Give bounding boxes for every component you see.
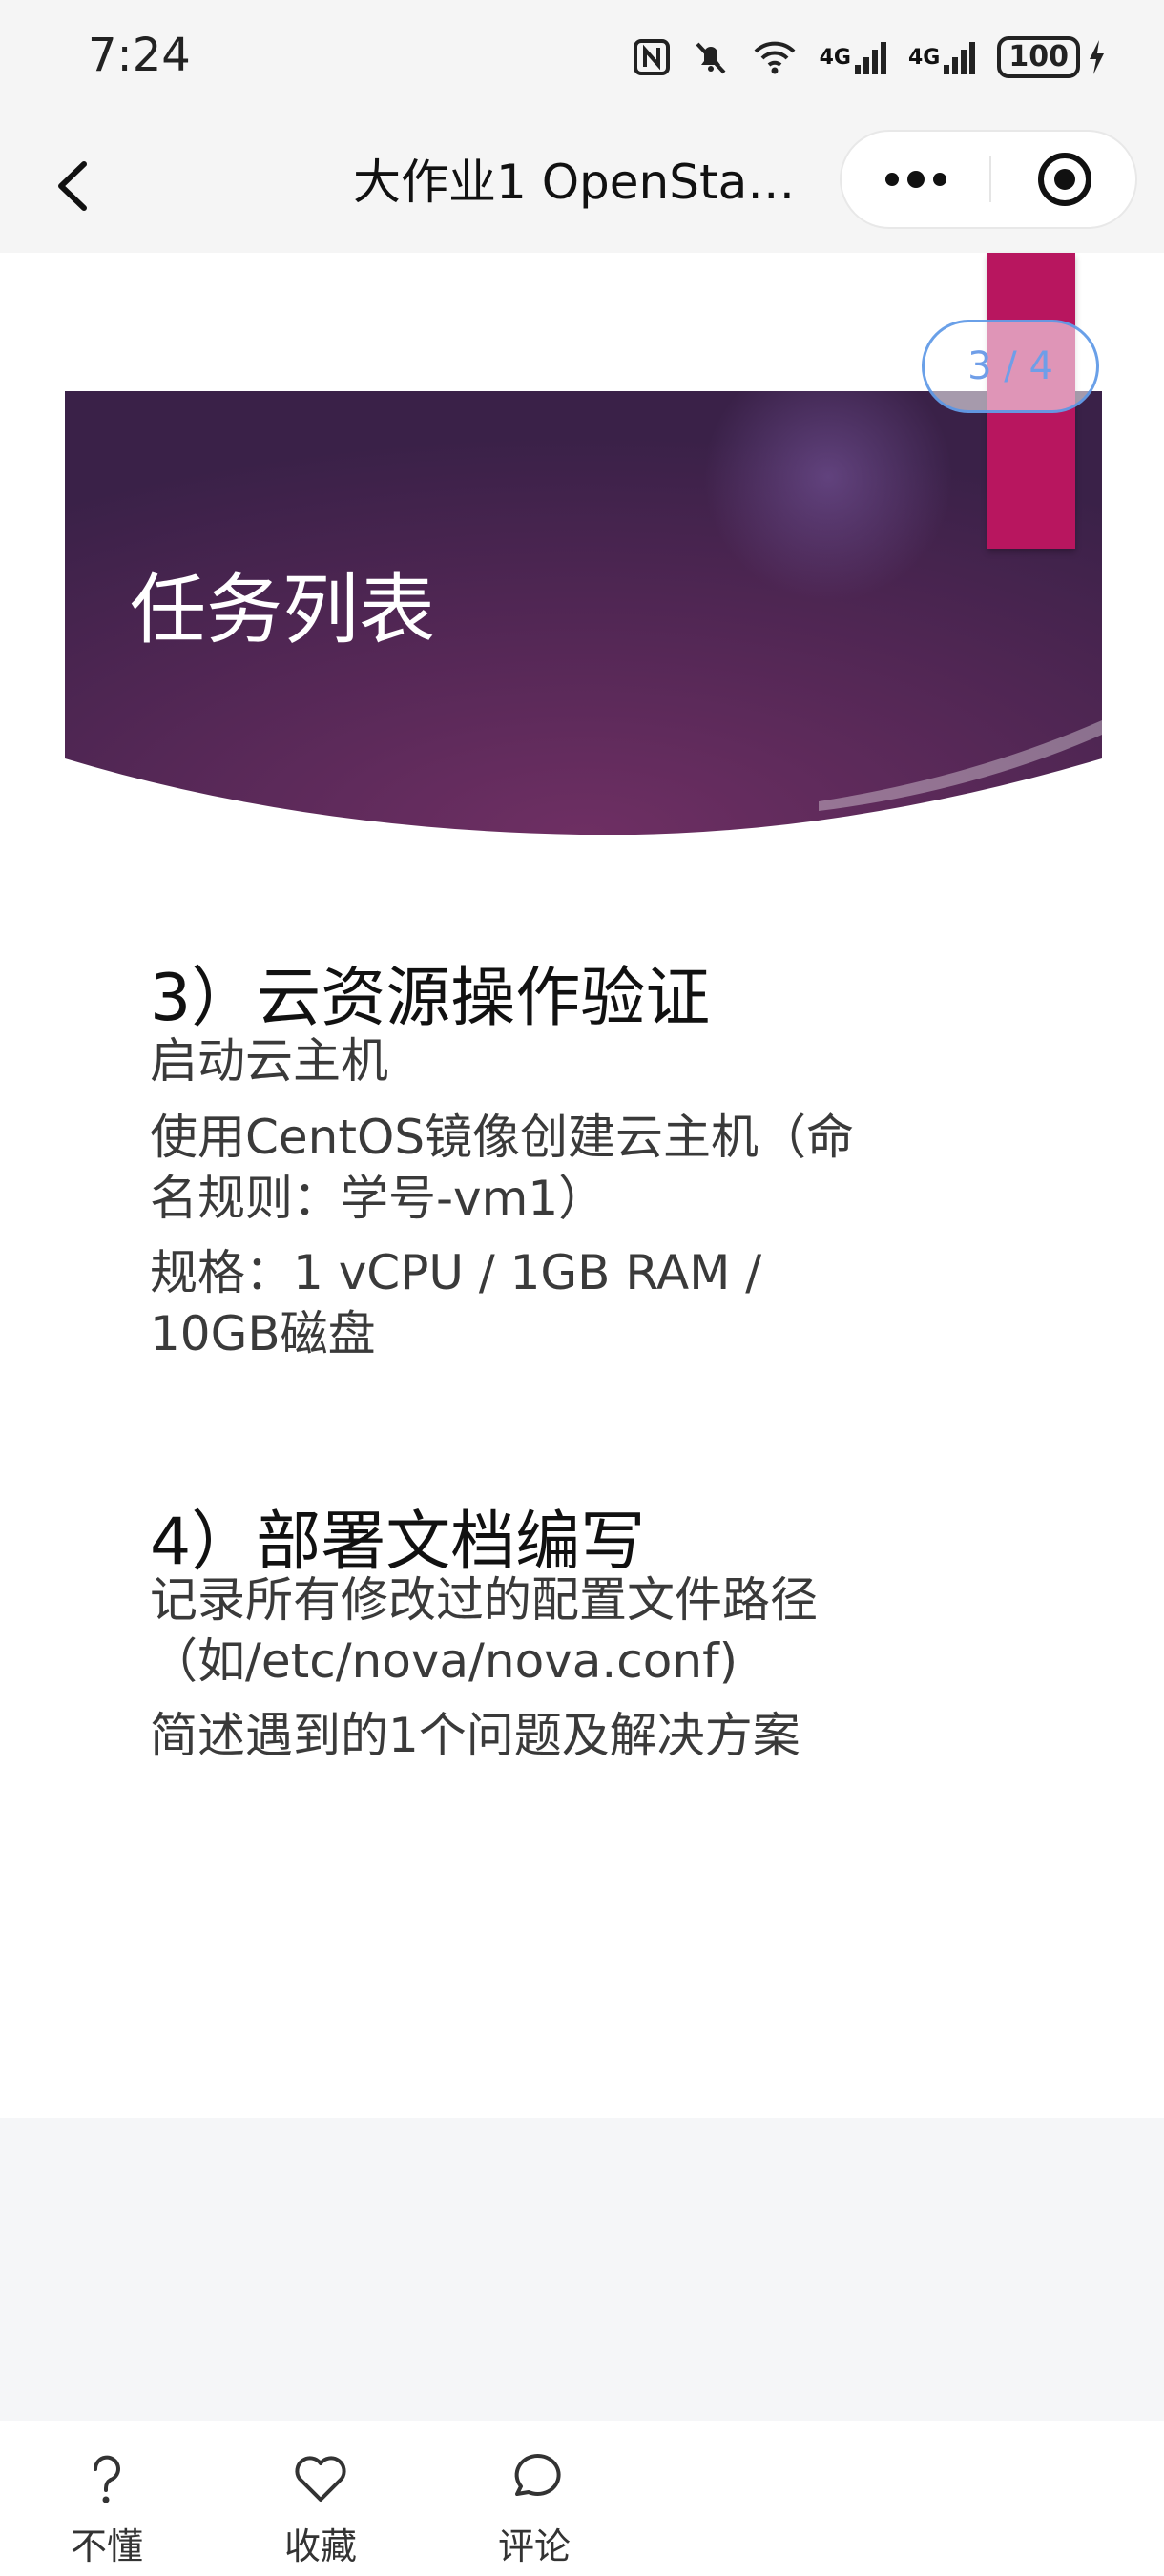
mute-bell-icon	[692, 38, 730, 76]
section-3-line-3a: 规格：1 vCPU / 1GB RAM /	[150, 1245, 762, 1300]
comment-button[interactable]: 评论	[458, 2421, 611, 2576]
status-icons: 4G 4G 100	[633, 29, 1107, 86]
page-indicator: 3 / 4	[922, 320, 1099, 413]
signal-icon-1: 4G	[820, 38, 887, 76]
section-3-line-2a: 使用CentOS镜像创建云主机（命	[150, 1110, 855, 1165]
target-close-icon	[1037, 153, 1091, 206]
more-dots-icon	[884, 171, 946, 188]
favorite-button[interactable]: 收藏	[244, 2421, 397, 2576]
section-4-line-1a: 记录所有修改过的配置文件路径	[150, 1572, 818, 1628]
page-title: 大作业1 OpenStack 多节点云平台部署	[353, 155, 821, 210]
favorite-label: 收藏	[283, 2525, 357, 2567]
section-3-line-3b: 10GB磁盘	[150, 1306, 376, 1361]
section-3-title: 3）云资源操作验证	[150, 961, 711, 1036]
network-label: 4G	[908, 45, 941, 70]
status-bar: 7:24 4G 4G 100	[0, 0, 1164, 114]
dont-understand-button[interactable]: 不懂	[31, 2421, 183, 2576]
mini-program-capsule	[840, 130, 1137, 229]
battery-level: 100	[997, 36, 1080, 78]
battery-icon: 100	[997, 36, 1107, 78]
section-4-line-2: 简述遇到的1个问题及解决方案	[150, 1708, 800, 1763]
section-3-line-2b: 名规则：学号-vm1）	[150, 1171, 607, 1226]
question-icon	[93, 2455, 120, 2503]
back-button[interactable]	[48, 153, 105, 219]
signal-icon-2: 4G	[908, 38, 976, 76]
heart-icon	[295, 2456, 346, 2502]
wifi-icon	[751, 38, 799, 76]
slide-content: 任务列表 3 / 4 3）云资源操作验证 启动云主机 使用CentOS镜像创建云…	[0, 253, 1164, 2118]
network-label: 4G	[819, 45, 851, 70]
nav-bar: 大作业1 OpenStack 多节点云平台部署	[0, 114, 1164, 253]
comment-icon	[514, 2454, 561, 2496]
close-button[interactable]	[991, 132, 1137, 227]
section-4-line-1b: （如/etc/nova/nova.conf)	[150, 1633, 738, 1689]
status-time: 7:24	[88, 29, 191, 82]
charging-icon	[1090, 40, 1104, 74]
bottom-action-bar: 不懂 收藏 评论	[0, 2421, 1164, 2576]
nfc-icon	[633, 38, 671, 76]
chevron-left-icon	[58, 161, 87, 211]
section-3-line-1: 启动云主机	[150, 1033, 388, 1089]
dont-understand-label: 不懂	[70, 2525, 143, 2567]
comment-label: 评论	[497, 2525, 571, 2567]
slide-banner-title: 任务列表	[130, 566, 435, 654]
more-button[interactable]	[842, 132, 989, 227]
